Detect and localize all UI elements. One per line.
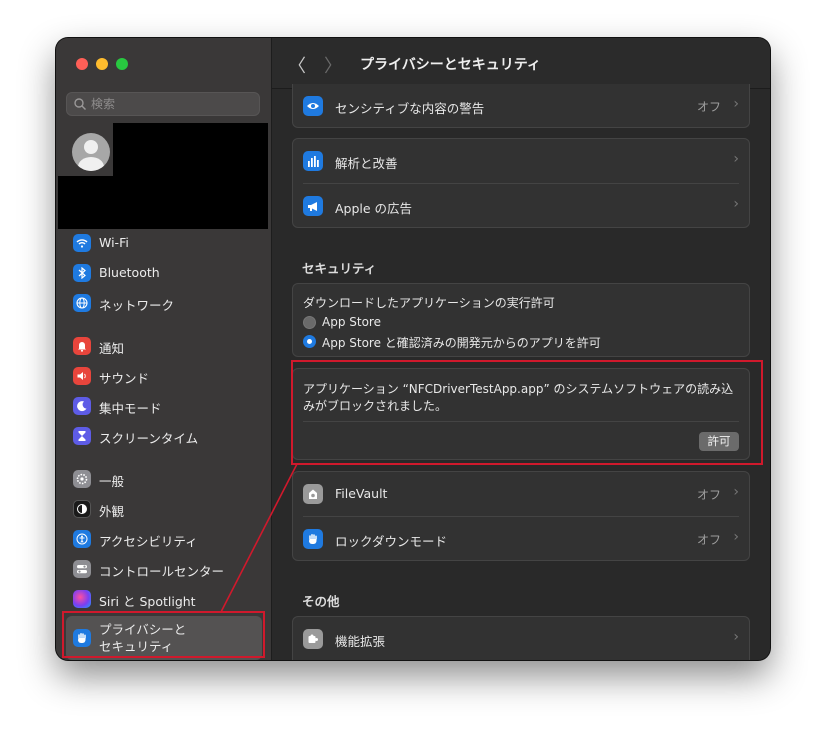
sidebar-item-sound[interactable]: サウンド [66,363,262,389]
sidebar-item-label: ネットワーク [99,298,175,313]
lockdown-row[interactable]: ロックダウンモード オフ › [293,517,749,561]
row-label: FileVault [335,486,388,501]
sidebar-item-network[interactable]: ネットワーク [66,290,262,316]
gear-icon [73,470,91,488]
sidebar-item-label: Siri と Spotlight [99,594,196,609]
speaker-icon [73,367,91,385]
sidebar-item-siri-spotlight[interactable]: Siri と Spotlight [66,586,262,612]
radio-app-store[interactable] [303,316,316,329]
siri-icon [73,590,91,608]
sidebar-item-wifi[interactable]: Wi-Fi [66,230,262,256]
appearance-icon [73,500,91,518]
puzzle-icon [303,629,323,649]
forward-chevron-icon[interactable]: 〉 [324,52,342,78]
sidebar-item-label: 外観 [99,504,125,519]
download-permission-title: ダウンロードしたアプリケーションの実行許可 [303,296,555,310]
security-section-title: セキュリティ [302,261,377,276]
extensions-card: 機能拡張 › [292,616,750,660]
chevron-right-icon: › [733,484,739,500]
minimize-window-button[interactable] [96,58,108,70]
sidebar-item-label: 一般 [99,474,125,489]
bell-icon [73,337,91,355]
blocked-message-line2: みがブロックされました。 [303,399,448,413]
toggles-icon [73,560,91,578]
sidebar-item-label: 集中モード [99,401,162,416]
sidebar-item-bluetooth[interactable]: Bluetooth [66,260,262,286]
moon-icon [73,397,91,415]
row-value: オフ [696,488,721,502]
filevault-row[interactable]: FileVault オフ › [293,472,749,516]
zoom-window-button[interactable] [116,58,128,70]
globe-icon [73,294,91,312]
blocked-software-card: アプリケーション “NFCDriverTestApp.app” のシステムソフト… [292,368,750,460]
toolbar: 〈 〉 プライバシーとセキュリティ [272,38,770,89]
row-label: 解析と改善 [335,156,398,171]
blocked-message-line1: アプリケーション “NFCDriverTestApp.app” のシステムソフト… [303,382,734,396]
apple-ads-row[interactable]: Apple の広告 › [293,184,749,228]
sidebar-item-label: 通知 [99,341,125,356]
hourglass-icon [73,427,91,445]
chevron-right-icon: › [733,151,739,167]
radio-app-store-identified[interactable] [303,335,316,348]
bluetooth-icon [73,264,91,282]
page-title: プライバシーとセキュリティ [360,57,541,73]
user-silhouette-icon [78,140,104,171]
eye-warning-icon [303,96,323,116]
sidebar-item-focus[interactable]: 集中モード [66,393,262,419]
radio-app-store-label: App Store [322,315,381,329]
sidebar-item-notifications[interactable]: 通知 [66,333,262,359]
download-permission-card: ダウンロードしたアプリケーションの実行許可 App Store App Stor… [292,283,750,357]
analytics-ads-card: 解析と改善 › Apple の広告 › [292,138,750,228]
allow-button[interactable]: 許可 [699,432,739,451]
megaphone-icon [303,196,323,216]
main-pane: 〈 〉 プライバシーとセキュリティ センシティブな内容の警告 オフ › 解析と改… [272,38,770,660]
sidebar-item-label: サウンド [99,371,150,386]
row-value: オフ [696,533,721,547]
divider [303,421,739,422]
row-label: ロックダウンモード [335,534,448,549]
row-label: センシティブな内容の警告 [335,101,485,116]
search-icon [74,98,86,110]
row-label: 機能拡張 [335,634,386,649]
search-field[interactable] [66,92,260,116]
chevron-right-icon: › [733,629,739,645]
close-window-button[interactable] [76,58,88,70]
sidebar-item-label: Wi-Fi [99,235,129,250]
analytics-row[interactable]: 解析と改善 › [293,139,749,183]
search-input[interactable] [91,95,251,113]
vault-icon [303,484,323,504]
account-card[interactable] [58,123,268,229]
row-value: オフ [696,100,721,114]
radio-app-store-identified-label: App Store と確認済みの開発元からのアプリを許可 [322,336,601,350]
sidebar-item-appearance[interactable]: 外観 [66,496,262,522]
wifi-icon [73,234,91,252]
sidebar-item-label: プライバシーと セキュリティ [99,622,187,654]
chevron-right-icon: › [733,529,739,545]
filevault-lockdown-card: FileVault オフ › ロックダウンモード オフ › [292,471,750,561]
hand-icon [73,629,91,647]
sidebar-item-screen-time[interactable]: スクリーンタイム [66,423,262,449]
sensitive-content-card: センシティブな内容の警告 オフ › [292,84,750,128]
sidebar-item-label: Bluetooth [99,265,160,280]
sidebar-item-accessibility[interactable]: アクセシビリティ [66,526,262,552]
sidebar-item-general[interactable]: 一般 [66,466,262,492]
sidebar-item-label: アクセシビリティ [99,534,198,549]
sensitive-content-row[interactable]: センシティブな内容の警告 オフ › [293,84,749,128]
chevron-right-icon: › [733,96,739,112]
sidebar-item-label: スクリーンタイム [99,431,199,446]
sidebar: Wi-Fi Bluetooth ネットワーク 通知 サウンド [56,38,272,660]
avatar [58,123,113,176]
other-section-title: その他 [302,594,340,609]
sidebar-item-control-center[interactable]: コントロールセンター [66,556,262,582]
accessibility-icon [73,530,91,548]
chevron-right-icon: › [733,196,739,212]
bar-chart-icon [303,151,323,171]
back-chevron-icon[interactable]: 〈 [288,52,306,78]
row-label: Apple の広告 [335,201,413,216]
sidebar-item-privacy-security[interactable]: プライバシーと セキュリティ [66,616,262,660]
extensions-row[interactable]: 機能拡張 › [293,617,749,660]
sidebar-item-label: コントロールセンター [99,564,225,579]
hand-icon [303,529,323,549]
settings-window: Wi-Fi Bluetooth ネットワーク 通知 サウンド [56,38,770,660]
